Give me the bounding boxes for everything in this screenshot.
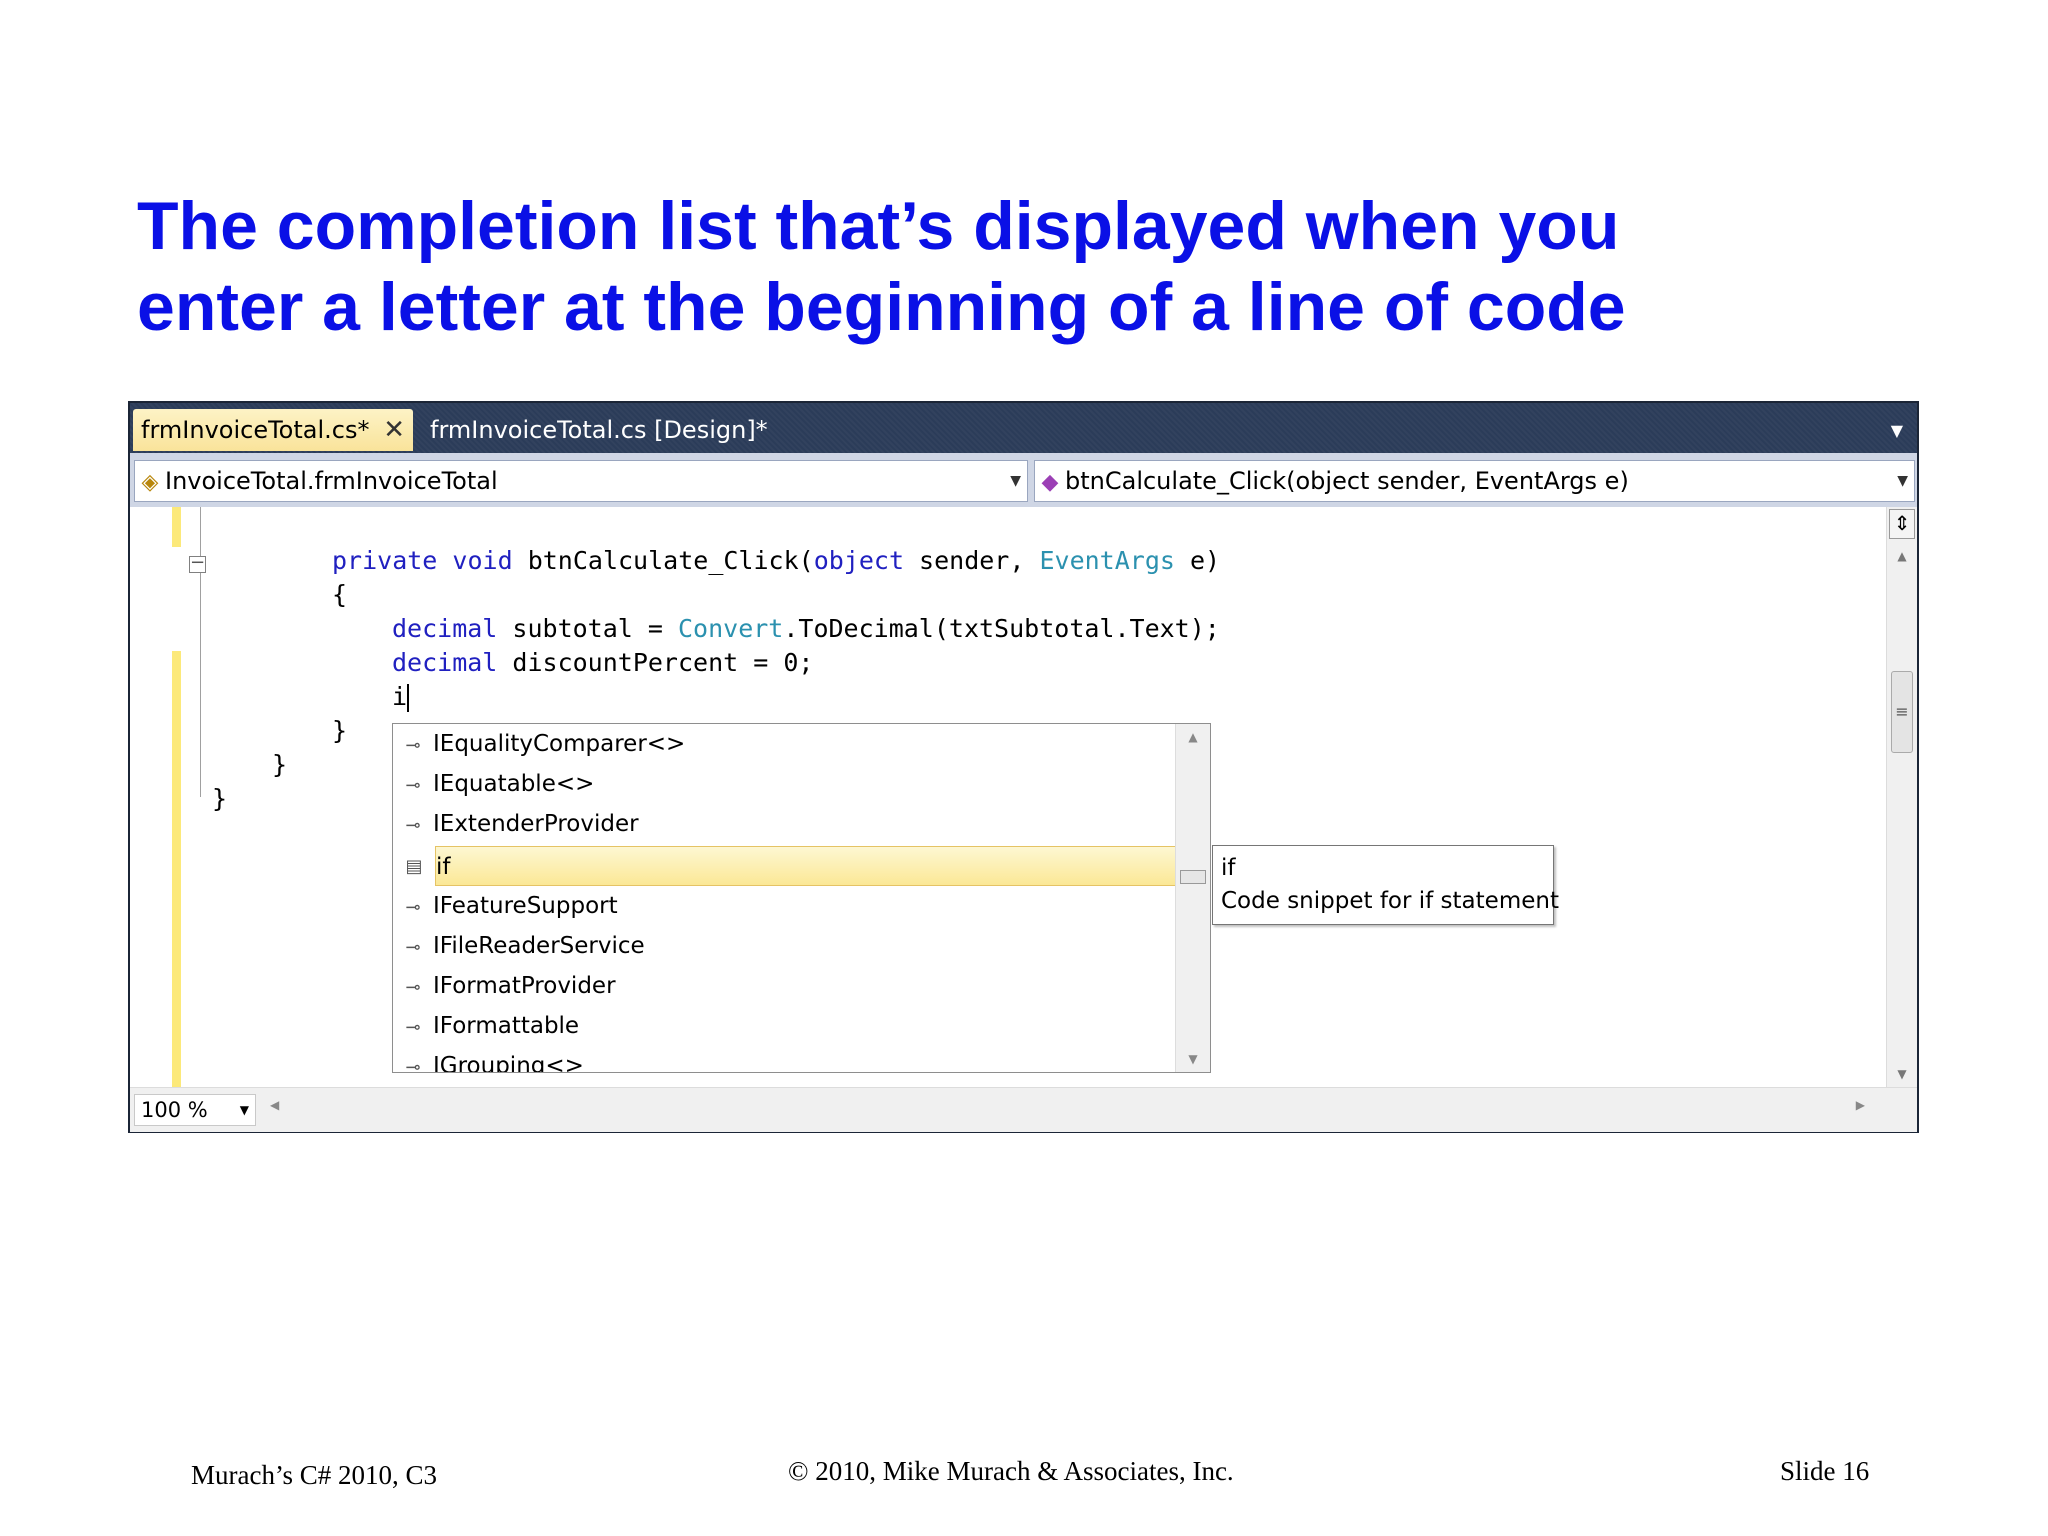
tab-code-file-label: frmInvoiceTotal.cs* (141, 416, 370, 444)
code-line: private void btnCalculate_Click(object s… (332, 544, 1220, 578)
completion-item-label: IFileReaderService (433, 933, 645, 959)
interface-icon: ⊸ (405, 977, 421, 998)
interface-icon: ⊸ (405, 735, 421, 756)
scroll-left-icon[interactable]: ◀ (270, 1098, 279, 1112)
interface-icon: ⊸ (405, 897, 421, 918)
class-icon: ◈ (141, 470, 159, 495)
slide-title: The completion list that’s displayed whe… (137, 186, 1957, 348)
code-line: i (392, 680, 410, 714)
completion-item[interactable]: ⊸ IExtenderProvider (393, 804, 1173, 844)
completion-item-label: IExtenderProvider (433, 811, 639, 837)
close-icon[interactable]: ✕ (383, 409, 405, 451)
completion-item-label: IFeatureSupport (433, 893, 618, 919)
completion-item-label: IFormattable (433, 1013, 580, 1039)
chevron-down-icon[interactable]: ▼ (1897, 461, 1908, 501)
interface-icon: ⊸ (405, 775, 421, 796)
interface-icon: ⊸ (405, 937, 421, 958)
completion-item-label: IGrouping<> (433, 1053, 584, 1073)
method-icon: ◆ (1041, 470, 1059, 495)
class-dropdown-value: InvoiceTotal.frmInvoiceTotal (165, 467, 498, 495)
footer-slide-number: Slide 16 (1780, 1456, 1870, 1486)
class-dropdown[interactable]: ◈ InvoiceTotal.frmInvoiceTotal ▼ (134, 460, 1028, 502)
completion-item-selected[interactable]: ▤ if (405, 846, 1210, 886)
code-line: } (332, 716, 348, 745)
outline-guide (200, 507, 201, 797)
completion-item[interactable]: ⊸ IFormatProvider (393, 966, 1173, 1006)
completion-item[interactable]: ⊸ IFeatureSupport (393, 886, 1173, 926)
navigation-bar: ◈ InvoiceTotal.frmInvoiceTotal ▼ ◆ btnCalc… (130, 453, 1917, 507)
footer-copyright: © 2010, Mike Murach & Associates, Inc. (788, 1456, 1234, 1486)
completion-item-label: IFormatProvider (433, 973, 616, 999)
completion-item-label: if (436, 854, 451, 880)
scroll-down-icon[interactable]: ▼ (1887, 1067, 1917, 1081)
zoom-value: 100 % (141, 1098, 208, 1122)
ide-window: frmInvoiceTotal.cs* ✕ frmInvoiceTotal.cs… (128, 401, 1919, 1133)
keyword: decimal (392, 648, 498, 677)
interface-icon: ⊸ (405, 1017, 421, 1038)
keyword: object (813, 546, 904, 575)
completion-item[interactable]: ⊸ IEqualityComparer<> (393, 724, 1173, 764)
tab-design-file-label: frmInvoiceTotal.cs [Design]* (430, 416, 768, 444)
completion-item-label: IEqualityComparer<> (433, 731, 686, 757)
completion-scrollbar[interactable]: ▲ ▼ (1175, 724, 1210, 1072)
member-dropdown-value: btnCalculate_Click(object sender, EventA… (1065, 467, 1629, 495)
vertical-scrollbar[interactable]: ⇕ ▲ ≡ ▼ (1886, 507, 1917, 1087)
code-line: decimal discountPercent = 0; (392, 646, 813, 680)
document-tab-bar: frmInvoiceTotal.cs* ✕ frmInvoiceTotal.cs… (130, 403, 1917, 453)
collapse-icon[interactable]: − (189, 554, 206, 573)
code-line: } (272, 750, 288, 779)
code-text: e) (1174, 546, 1221, 575)
code-line: decimal subtotal = Convert.ToDecimal(txt… (392, 612, 1220, 646)
completion-item[interactable]: ⊸ IGrouping<> (393, 1046, 1173, 1073)
code-text: sender, (904, 546, 1040, 575)
snippet-tooltip: if Code snippet for if statement (1212, 845, 1559, 925)
scroll-down-icon[interactable]: ▼ (1176, 1052, 1210, 1066)
completion-item-label: IEquatable<> (433, 771, 595, 797)
scroll-thumb[interactable] (1180, 870, 1206, 884)
keyword: decimal (392, 614, 498, 643)
completion-item[interactable]: ⊸ IFormattable (393, 1006, 1173, 1046)
interface-icon: ⊸ (405, 1057, 421, 1073)
zoom-dropdown[interactable]: 100 % ▼ (134, 1094, 256, 1126)
scroll-up-icon[interactable]: ▲ (1176, 730, 1210, 744)
slide-title-line-2: enter a letter at the beginning of a lin… (137, 269, 1626, 345)
scroll-right-icon[interactable]: ▶ (1856, 1098, 1865, 1112)
member-dropdown[interactable]: ◆ btnCalculate_Click(object sender, Event… (1034, 460, 1915, 502)
code-text: .ToDecimal(txtSubtotal.Text); (783, 614, 1220, 643)
keyword: void (452, 546, 513, 575)
code-text: subtotal = (497, 614, 678, 643)
change-indicator (172, 507, 181, 547)
code-editor[interactable]: − private void btnCalculate_Click(object… (130, 507, 1917, 1087)
code-text: discountPercent = 0; (497, 648, 814, 677)
split-window-icon[interactable]: ⇕ (1889, 509, 1915, 539)
chevron-down-icon[interactable]: ▼ (1010, 461, 1021, 501)
completion-list[interactable]: ⊸ IEqualityComparer<> ⊸ IEquatable<> ⊸ IExt… (392, 723, 1211, 1073)
scroll-thumb[interactable]: ≡ (1891, 671, 1913, 753)
chevron-down-icon[interactable]: ▼ (240, 1095, 249, 1125)
type-name: EventArgs (1039, 546, 1175, 575)
tooltip-description: Code snippet for if statement (1221, 888, 1559, 914)
interface-icon: ⊸ (405, 815, 421, 836)
code-text: btnCalculate_Click( (527, 546, 814, 575)
slide-title-line-1: The completion list that’s displayed whe… (137, 188, 1620, 264)
tooltip-title: if (1221, 855, 1236, 881)
scroll-up-icon[interactable]: ▲ (1887, 549, 1917, 563)
keyword: private (332, 546, 438, 575)
tab-design-file[interactable]: frmInvoiceTotal.cs [Design]* (422, 409, 768, 451)
completion-item[interactable]: ⊸ IFileReaderService (393, 926, 1173, 966)
type-name: Convert (677, 614, 784, 643)
code-text: i (392, 682, 408, 711)
tab-code-file[interactable]: frmInvoiceTotal.cs* ✕ (133, 409, 413, 451)
text-cursor (407, 684, 410, 712)
footer-book: Murach’s C# 2010, C3 (191, 1460, 437, 1490)
chevron-down-icon[interactable]: ▼ (1891, 421, 1903, 440)
editor-status-bar: 100 % ▼ ◀ ▶ (130, 1087, 1917, 1132)
snippet-icon: ▤ (405, 856, 423, 877)
change-indicator (172, 651, 181, 1087)
code-line: { (332, 580, 348, 609)
code-line: } (212, 784, 228, 813)
completion-item[interactable]: ⊸ IEquatable<> (393, 764, 1173, 804)
